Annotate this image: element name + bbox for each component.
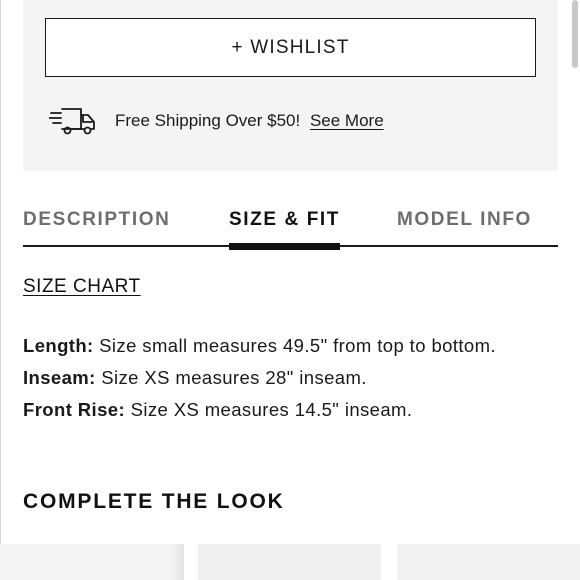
product-thumbnail[interactable] bbox=[0, 544, 184, 580]
product-thumbnail[interactable] bbox=[397, 544, 580, 580]
shipping-text: Free Shipping Over $50! bbox=[115, 111, 305, 130]
size-chart-link[interactable]: SIZE CHART bbox=[23, 276, 141, 298]
spec-value: Size small measures 49.5" from top to bo… bbox=[93, 335, 496, 356]
delivery-truck-icon bbox=[49, 108, 95, 135]
spec-front-rise: Front Rise: Size XS measures 14.5" insea… bbox=[23, 394, 523, 426]
complete-the-look-heading: COMPLETE THE LOOK bbox=[23, 490, 285, 513]
spec-value: Size XS measures 14.5" inseam. bbox=[125, 399, 413, 420]
active-tab-indicator bbox=[229, 243, 340, 250]
spec-label: Front Rise: bbox=[23, 399, 126, 420]
thumbnail-shading bbox=[172, 544, 184, 580]
product-info-tabs: DESCRIPTION SIZE & FIT MODEL INFO bbox=[23, 209, 558, 250]
product-thumbnail[interactable] bbox=[198, 544, 381, 580]
spec-inseam: Inseam: Size XS measures 28" inseam. bbox=[23, 362, 523, 394]
purchase-panel: + WISHLIST Free Shipping Over $50! See M… bbox=[23, 0, 558, 171]
spec-label: Inseam: bbox=[23, 367, 96, 388]
page-edge-divider bbox=[0, 0, 1, 580]
spec-length: Length: Size small measures 49.5" from t… bbox=[23, 330, 523, 362]
spec-label: Length: bbox=[23, 335, 94, 356]
tab-size-and-fit[interactable]: SIZE & FIT bbox=[229, 209, 340, 231]
see-more-link[interactable]: See More bbox=[310, 111, 384, 131]
tab-description[interactable]: DESCRIPTION bbox=[23, 209, 170, 231]
tab-model-info[interactable]: MODEL INFO bbox=[397, 209, 532, 231]
spec-value: Size XS measures 28" inseam. bbox=[95, 367, 367, 388]
size-fit-details: Length: Size small measures 49.5" from t… bbox=[23, 330, 523, 426]
scrollbar[interactable] bbox=[572, 0, 578, 68]
wishlist-button[interactable]: + WISHLIST bbox=[45, 18, 536, 77]
shipping-info: Free Shipping Over $50! See More bbox=[49, 104, 384, 138]
